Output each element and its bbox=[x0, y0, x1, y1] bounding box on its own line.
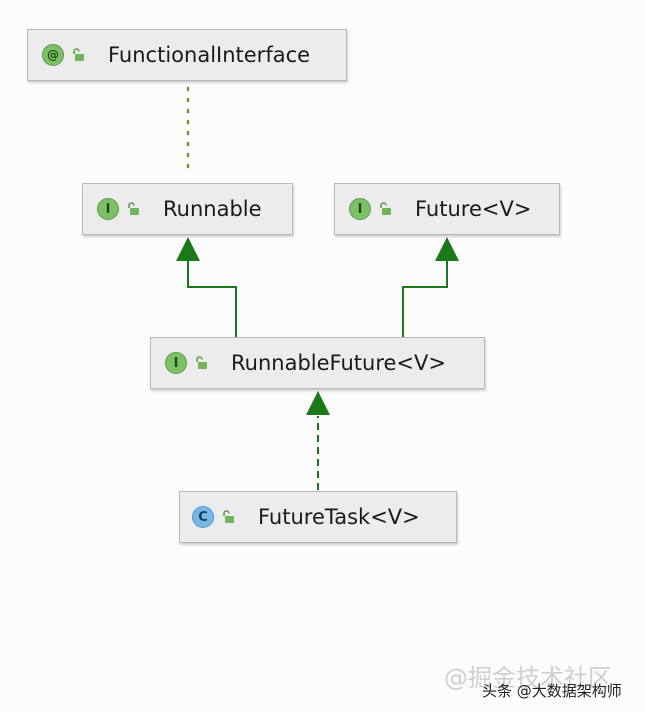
node-label: RunnableFuture<V> bbox=[231, 351, 446, 375]
arrowhead-future bbox=[435, 237, 459, 261]
node-label: FunctionalInterface bbox=[108, 43, 311, 67]
node-future[interactable]: I Future<V> bbox=[334, 183, 560, 235]
class-hierarchy-diagram: @ FunctionalInterface I Runnable I Futur… bbox=[0, 0, 646, 712]
unlocked-padlock-icon bbox=[380, 202, 391, 215]
node-label: Runnable bbox=[163, 197, 262, 221]
unlocked-padlock-icon bbox=[128, 202, 139, 215]
edge-runnablefuture-future bbox=[402, 260, 448, 337]
node-functional-interface[interactable]: @ FunctionalInterface bbox=[27, 29, 347, 81]
author-credit: 头条 @大数据架构师 bbox=[482, 682, 622, 700]
unlocked-padlock-icon bbox=[223, 510, 234, 523]
node-future-task[interactable]: C FutureTask<V> bbox=[179, 491, 457, 543]
unlocked-padlock-icon bbox=[73, 48, 84, 61]
node-label: Future<V> bbox=[415, 197, 532, 221]
interface-icon: I bbox=[97, 198, 119, 220]
node-label: FutureTask<V> bbox=[258, 505, 420, 529]
annotation-icon: @ bbox=[42, 44, 64, 66]
node-runnable-future[interactable]: I RunnableFuture<V> bbox=[150, 337, 485, 389]
arrowhead-runnable bbox=[176, 237, 200, 261]
interface-icon: I bbox=[165, 352, 187, 374]
interface-icon: I bbox=[349, 198, 371, 220]
node-runnable[interactable]: I Runnable bbox=[82, 183, 293, 235]
arrowhead-runnablefuture bbox=[306, 391, 330, 415]
class-icon: C bbox=[192, 506, 214, 528]
edge-runnablefuture-runnable bbox=[187, 260, 237, 337]
unlocked-padlock-icon bbox=[196, 356, 207, 369]
